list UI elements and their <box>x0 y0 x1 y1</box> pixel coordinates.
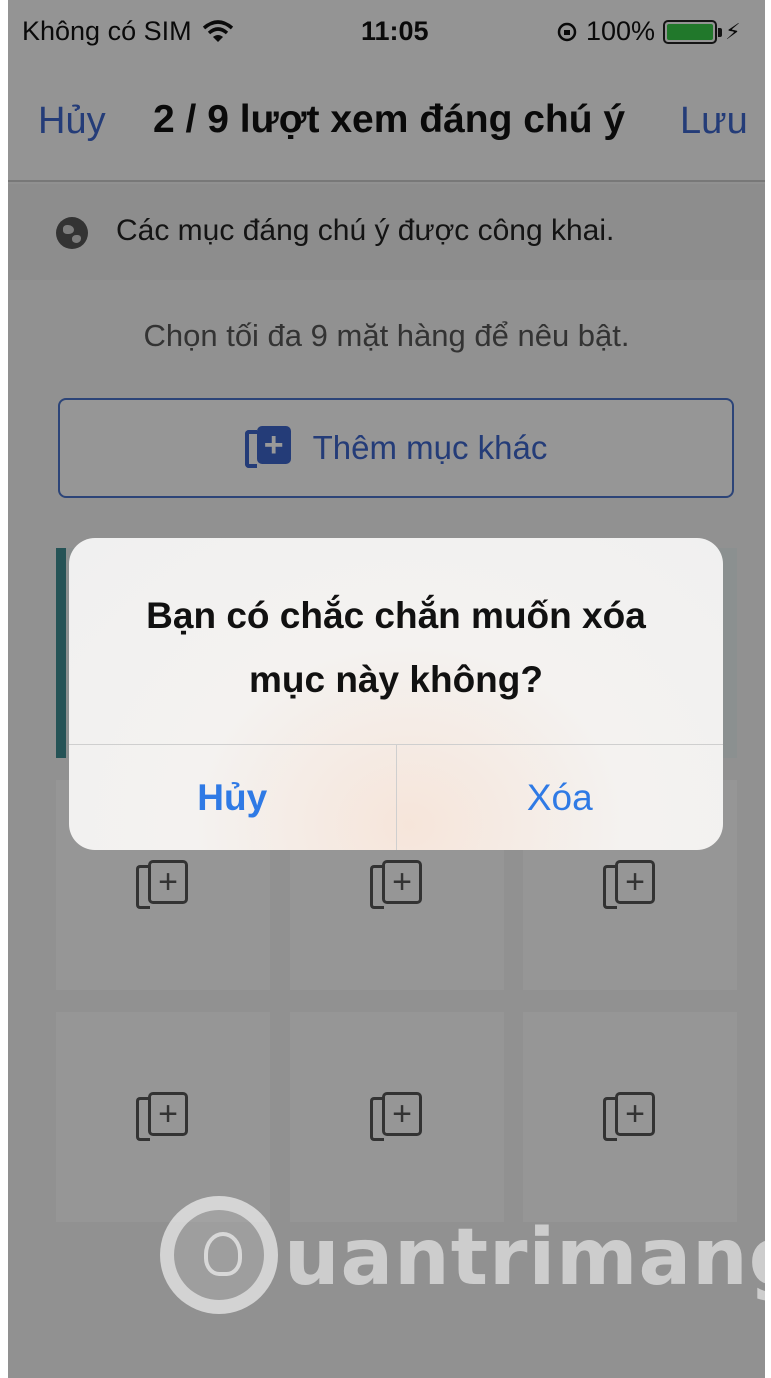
delete-confirmation-dialog: Bạn có chắc chắn muốn xóa mục này không?… <box>69 538 723 850</box>
dialog-message: Bạn có chắc chắn muốn xóa mục này không? <box>99 584 693 712</box>
dialog-cancel-button[interactable]: Hủy <box>69 745 397 850</box>
watermark-logo: uantrimang <box>160 1196 765 1314</box>
app-screen: Không có SIM 11:05 100% ⚡ Hủy 2 / 9 lượt… <box>8 0 765 1378</box>
dialog-message-line-1: Bạn có chắc chắn muốn xóa <box>146 595 646 636</box>
dialog-delete-button[interactable]: Xóa <box>397 745 724 850</box>
dialog-actions: Hủy Xóa <box>69 744 723 850</box>
watermark-text: uantrimang <box>284 1213 765 1303</box>
lightbulb-icon <box>160 1196 278 1314</box>
dialog-message-line-2: mục này không? <box>249 659 543 700</box>
